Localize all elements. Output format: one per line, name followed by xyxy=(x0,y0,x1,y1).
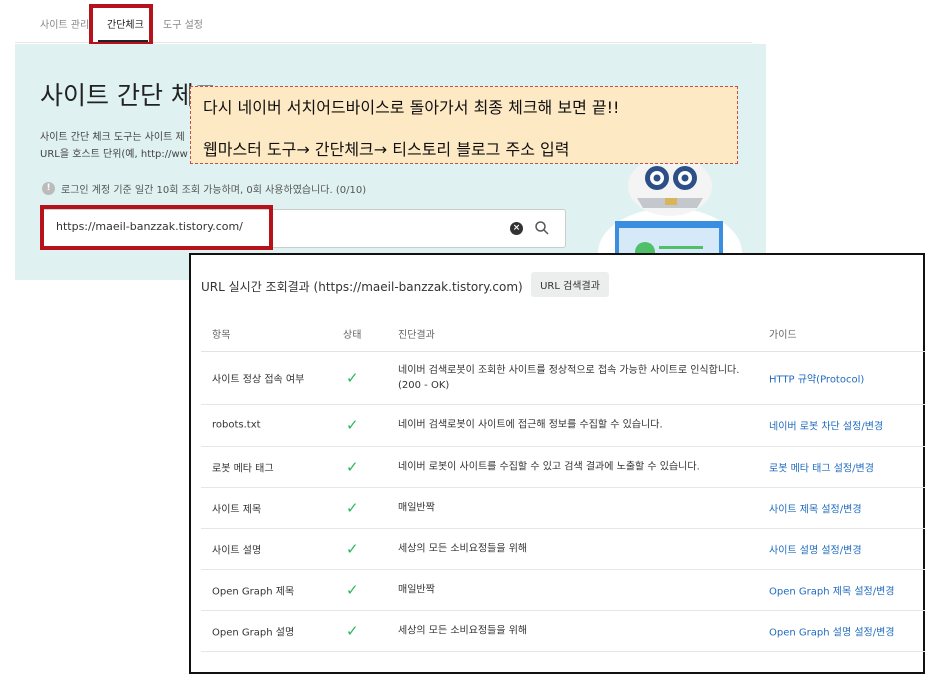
row-item: 사이트 설명 xyxy=(212,545,262,556)
tab-highlight-box xyxy=(89,4,153,46)
check-icon: ✓ xyxy=(346,539,359,558)
check-icon: ✓ xyxy=(346,580,359,599)
column-header-status: 상태 xyxy=(343,330,362,341)
row-guide-link[interactable]: 사이트 설명 설정/변경 xyxy=(769,541,862,556)
row-guide-link[interactable]: Open Graph 제목 설정/변경 xyxy=(769,582,895,597)
column-header-item: 항목 xyxy=(212,330,231,341)
annotation-callout: 다시 네이버 서치어드바이스로 돌아가서 최종 체크해 보면 끝!! 웹마스터 … xyxy=(190,86,738,164)
usage-notice: ! 로그인 계정 기준 일간 10회 조회 가능하며, 0회 사용하였습니다. … xyxy=(42,181,366,196)
row-diagnosis: 매일반짝 xyxy=(398,502,435,513)
info-icon: ! xyxy=(42,182,55,195)
table-row: 로봇 메타 태그 ✓ 네이버 로봇이 사이트를 수집할 수 있고 검색 결과에 노출… xyxy=(201,446,925,488)
row-guide-link[interactable]: 로봇 메타 태그 설정/변경 xyxy=(769,459,874,474)
row-item: 사이트 정상 접속 여부 xyxy=(212,374,305,386)
search-icon[interactable] xyxy=(534,220,550,236)
row-item: 사이트 제목 xyxy=(212,504,262,515)
check-icon: ✓ xyxy=(346,457,359,476)
tab-tool-settings[interactable]: 도구 설정 xyxy=(163,16,203,31)
results-panel: URL 실시간 조회결과 (https://maeil-banzzak.tist… xyxy=(189,253,925,674)
url-highlight-box xyxy=(40,205,273,250)
hero-description-line1: 사이트 간단 체크 도구는 사이트 제 xyxy=(40,132,185,143)
robot-illustration xyxy=(598,158,742,258)
row-diagnosis: 매일반짝 xyxy=(398,584,435,595)
row-item: 로봇 메타 태그 xyxy=(212,463,274,474)
row-guide-link[interactable]: HTTP 규약(Protocol) xyxy=(769,371,864,386)
url-search-results-button[interactable]: URL 검색결과 xyxy=(531,272,609,297)
callout-line2: 웹마스터 도구→ 간단체크→ 티스토리 블로그 주소 입력 xyxy=(203,140,570,159)
table-row: 사이트 설명 ✓ 세상의 모든 소비요정들을 위해 사이트 설명 설정/변경 xyxy=(201,528,925,570)
row-diagnosis: 네이버 검색로봇이 조회한 사이트를 정상적으로 접속 가능한 사이트로 인식합… xyxy=(398,365,740,391)
callout-line1: 다시 네이버 서치어드바이스로 돌아가서 최종 체크해 보면 끝!! xyxy=(203,98,620,117)
table-row: Open Graph 제목 ✓ 매일반짝 Open Graph 제목 설정/변경 xyxy=(201,569,925,611)
row-guide-link[interactable]: Open Graph 설명 설정/변경 xyxy=(769,623,895,638)
column-header-guide: 가이드 xyxy=(769,330,797,341)
hero-description-line2: URL을 호스트 단위(예, http://ww xyxy=(40,149,188,160)
check-icon: ✓ xyxy=(346,416,359,434)
row-guide-link[interactable]: 네이버 로봇 차단 설정/변경 xyxy=(769,418,883,433)
check-icon: ✓ xyxy=(346,498,359,517)
row-item: Open Graph 제목 xyxy=(212,586,295,597)
results-title: URL 실시간 조회결과 (https://maeil-banzzak.tist… xyxy=(201,280,523,294)
table-row: 사이트 제목 ✓ 매일반짝 사이트 제목 설정/변경 xyxy=(201,487,925,529)
row-diagnosis: 세상의 모든 소비요정들을 위해 xyxy=(398,625,528,636)
check-icon: ✓ xyxy=(346,369,359,387)
clear-icon[interactable]: × xyxy=(510,222,523,235)
table-row: Open Graph 설명 ✓ 세상의 모든 소비요정들을 위해 Open Graph… xyxy=(201,610,925,652)
row-diagnosis: 네이버 로봇이 사이트를 수집할 수 있고 검색 결과에 노출할 수 있습니다. xyxy=(398,461,700,472)
check-icon: ✓ xyxy=(346,621,359,640)
row-guide-link[interactable]: 사이트 제목 설정/변경 xyxy=(769,500,862,515)
row-diagnosis: 세상의 모든 소비요정들을 위해 xyxy=(398,543,528,554)
usage-notice-text: 로그인 계정 기준 일간 10회 조회 가능하며, 0회 사용하였습니다. (0… xyxy=(61,185,367,196)
row-diagnosis: 네이버 검색로봇이 사이트에 접근해 정보를 수집할 수 있습니다. xyxy=(398,419,663,431)
tab-site-management[interactable]: 사이트 관리 xyxy=(40,16,89,31)
row-item: Open Graph 설명 xyxy=(212,627,295,638)
row-item: robots.txt xyxy=(212,419,261,431)
column-header-diagnosis: 진단결과 xyxy=(398,330,435,341)
table-row: robots.txt ✓ 네이버 검색로봇이 사이트에 접근해 정보를 수집할 수 … xyxy=(201,404,925,447)
table-row: 사이트 정상 접속 여부 ✓ 네이버 검색로봇이 조회한 사이트를 정상적으로 접속… xyxy=(201,352,925,405)
